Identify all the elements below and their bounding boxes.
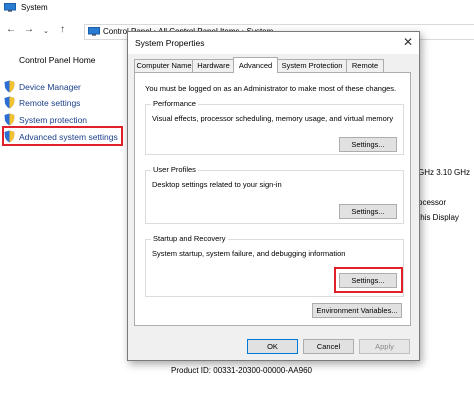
tab-computer-name[interactable]: Computer Name	[134, 59, 194, 72]
display-text: this Display	[418, 213, 459, 222]
link-label: System protection	[19, 115, 88, 125]
cancel-button[interactable]: Cancel	[303, 339, 354, 354]
group-title: Performance	[151, 99, 198, 108]
back-arrow-icon[interactable]: ←	[6, 24, 16, 36]
link-label: Device Manager	[19, 82, 81, 92]
tab-advanced[interactable]: Advanced	[233, 57, 278, 73]
system-properties-dialog: System Properties ✕ Computer Name Hardwa…	[127, 31, 420, 361]
group-title: Startup and Recovery	[151, 234, 228, 243]
shield-icon	[4, 96, 15, 109]
system-window-titlebar: System	[0, 0, 474, 16]
group-description: System startup, system failure, and debu…	[152, 249, 346, 258]
admin-note: You must be logged on as an Administrato…	[145, 84, 397, 93]
tab-system-protection[interactable]: System Protection	[276, 59, 348, 72]
processor-text: ocessor	[418, 198, 447, 207]
user-profiles-group: User Profiles Desktop settings related t…	[145, 165, 404, 224]
forward-arrow-icon[interactable]: →	[24, 24, 34, 36]
up-arrow-icon[interactable]: ↑	[60, 24, 65, 36]
recent-dropdown-icon[interactable]: ⌄	[43, 26, 49, 38]
tab-hardware[interactable]: Hardware	[192, 59, 235, 72]
dialog-titlebar: System Properties ✕	[128, 32, 419, 54]
computer-icon	[4, 3, 16, 12]
shield-icon	[4, 80, 15, 93]
control-panel-home-link[interactable]: Control Panel Home	[19, 55, 96, 65]
group-title: User Profiles	[151, 165, 198, 174]
group-description: Visual effects, processor scheduling, me…	[152, 114, 394, 123]
cpu-speed-text: GHz 3.10 GHz	[418, 168, 471, 177]
highlight-box	[334, 267, 403, 293]
product-id: Product ID: 00331-20300-00000-AA960	[171, 366, 312, 375]
shield-icon	[4, 113, 15, 126]
apply-button[interactable]: Apply	[359, 339, 410, 354]
user-profiles-settings-button[interactable]: Settings...	[339, 204, 397, 219]
link-label: Remote settings	[19, 98, 81, 108]
highlight-box	[2, 126, 123, 146]
ok-button[interactable]: OK	[247, 339, 298, 354]
performance-settings-button[interactable]: Settings...	[339, 137, 397, 152]
environment-variables-button[interactable]: Environment Variables...	[312, 303, 402, 318]
advanced-tab-panel: You must be logged on as an Administrato…	[134, 72, 411, 326]
tab-remote[interactable]: Remote	[346, 59, 384, 72]
startup-recovery-group: Startup and Recovery System startup, sys…	[145, 234, 404, 297]
window-title: System	[21, 3, 48, 12]
control-panel-icon	[88, 27, 100, 36]
dialog-title: System Properties	[135, 38, 205, 48]
close-icon[interactable]: ✕	[403, 35, 413, 49]
group-description: Desktop settings related to your sign-in	[152, 180, 282, 189]
performance-group: Performance Visual effects, processor sc…	[145, 99, 404, 155]
